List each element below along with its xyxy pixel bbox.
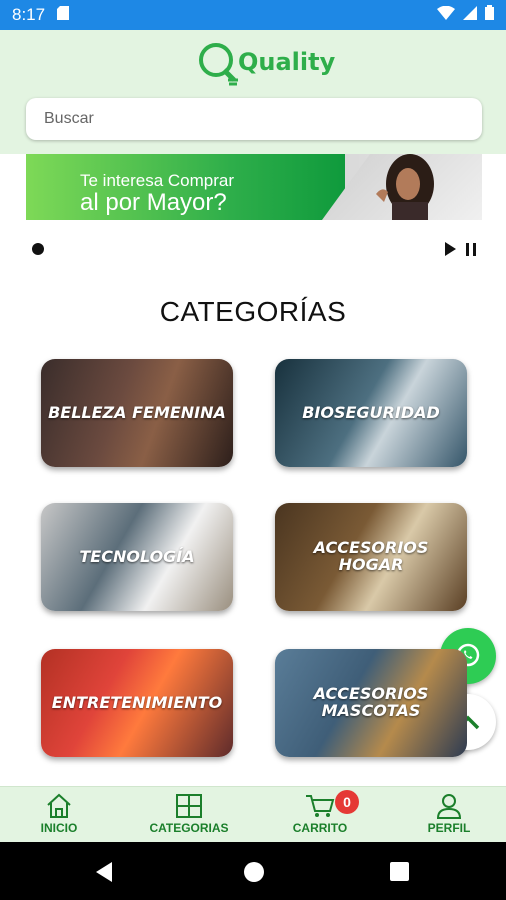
category-bioseguridad[interactable]: BIOSEGURIDAD (275, 359, 467, 467)
nav-categorias[interactable]: CATEGORIAS (144, 793, 234, 835)
nav-inicio[interactable]: INICIO (14, 793, 104, 835)
carousel-controls (30, 240, 480, 260)
banner-line-1: Te interesa Comprar (80, 171, 235, 190)
category-label: ENTRETENIMIENTO (51, 692, 223, 712)
bottom-navigation: INICIO CATEGORIAS CARRITO PERFIL (0, 786, 506, 842)
sd-card-icon (57, 5, 70, 25)
categories-title: CATEGORÍAS (159, 296, 347, 327)
carousel-dot[interactable] (32, 243, 44, 255)
cart-icon (306, 795, 335, 817)
nav-label: CATEGORIAS (149, 821, 229, 835)
cart-count-badge: 0 (335, 790, 359, 814)
category-label: ACCESORIOS HOGAR (313, 538, 429, 574)
recents-icon[interactable] (390, 862, 409, 881)
category-entretenimiento[interactable]: ENTRETENIMIENTO (41, 649, 233, 757)
search-input[interactable] (26, 98, 482, 140)
person-icon (436, 794, 462, 819)
battery-icon (485, 5, 494, 25)
nav-label: PERFIL (427, 821, 471, 835)
status-time: 8:17 (12, 5, 46, 24)
category-accesorios-hogar[interactable]: ACCESORIOS HOGAR (275, 503, 467, 611)
status-bar: 8:17 (0, 0, 506, 30)
category-belleza-femenina[interactable]: BELLEZA FEMENINA (41, 359, 233, 467)
app-logo[interactable]: Quality (198, 40, 335, 90)
search-bar[interactable] (26, 98, 482, 140)
lightbulb-icon (199, 43, 238, 86)
banner-text: Te interesa Comprar al por Mayor? (80, 172, 234, 215)
back-icon[interactable] (96, 862, 112, 882)
nav-label: INICIO (40, 821, 78, 835)
category-label: BIOSEGURIDAD (302, 402, 440, 422)
pause-icon[interactable] (466, 243, 476, 256)
category-label: TECNOLOGÍA (79, 546, 195, 566)
promo-banner[interactable]: Te interesa Comprar al por Mayor? (26, 154, 482, 220)
category-tecnologia[interactable]: TECNOLOGÍA (41, 503, 233, 611)
nav-perfil[interactable]: PERFIL (404, 793, 494, 835)
app-header: Quality (0, 30, 506, 154)
grid-icon (176, 794, 202, 818)
category-label: BELLEZA FEMENINA (48, 402, 226, 422)
category-label: ACCESORIOS MASCOTAS (313, 684, 429, 720)
signal-icon (463, 5, 477, 25)
wifi-icon (437, 5, 455, 25)
home-circle-icon[interactable] (244, 862, 264, 882)
nav-label: CARRITO (292, 821, 348, 835)
category-accesorios-mascotas[interactable]: ACCESORIOS MASCOTAS (275, 649, 467, 757)
system-navigation-bar (0, 842, 506, 900)
play-icon[interactable] (445, 242, 456, 256)
home-icon (47, 793, 71, 818)
banner-woman-image (376, 154, 434, 220)
logo-text: Quality (238, 48, 336, 76)
banner-line-2: al por Mayor? (80, 188, 227, 216)
